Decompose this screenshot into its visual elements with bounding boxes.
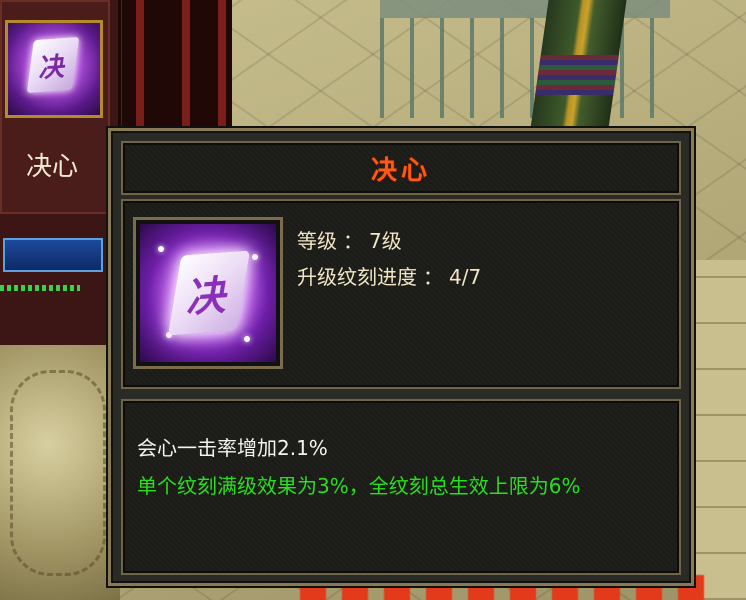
skill-slot-next[interactable] [3,238,103,272]
tooltip-title-box: 决心 [121,141,681,195]
jue-xin-skill-icon: 决 [140,224,276,362]
tooltip-icon-frame: 决 [133,217,283,369]
progress-row: 升级纹刻进度： 4/7 [297,259,481,295]
level-row: 等级： 7级 [297,223,481,259]
level-colon: ： [343,229,363,253]
progress-colon: ： [423,265,443,289]
skill-sidebar: 决 决心 [0,0,121,345]
dark-panel [118,0,232,128]
panel-bar [182,0,190,128]
jade-railing [380,0,670,118]
tooltip-description: 会心一击率增加2.1% 单个纹刻满级效果为3%，全纹刻总生效上限为6% [137,429,667,505]
progress-label: 升级纹刻进度 [297,265,417,289]
level-value: 7级 [369,229,402,253]
skill-slot-label: 决心 [25,152,78,182]
sparkle [244,336,250,342]
tooltip-info: 等级： 7级 升级纹刻进度： 4/7 [297,223,481,295]
sparkle [252,254,258,260]
skill-glyph: 决 [167,250,251,336]
panel-bar [218,0,226,128]
tooltip-description-section: 会心一击率增加2.1% 单个纹刻满级效果为3%，全纹刻总生效上限为6% [121,399,681,575]
level-label: 等级 [297,229,337,253]
stone-wall [690,260,746,600]
progress-value: 4/7 [449,265,482,289]
pillar-bands [535,55,619,95]
skill-tooltip: 决心 决 等级： 7级 升级纹刻进度： 4/7 会心一击率增加2.1% 单个纹刻满级… [108,128,694,586]
sparkle [158,246,164,252]
jue-xin-skill-icon[interactable]: 决 [5,20,103,118]
carved-stone-relief [0,340,120,600]
skill-glyph: 决 [26,36,80,94]
skill-progress-stripe [0,285,80,291]
tooltip-header-section: 决 等级： 7级 升级纹刻进度： 4/7 [121,199,681,389]
panel-bar [136,0,144,128]
tooltip-title: 决心 [370,155,431,186]
note-text: 单个纹刻满级效果为3%，全纹刻总生效上限为6% [137,474,581,498]
effect-text: 会心一击率增加2.1% [137,436,328,460]
skill-slot-frame[interactable]: 决 决心 [0,0,110,214]
